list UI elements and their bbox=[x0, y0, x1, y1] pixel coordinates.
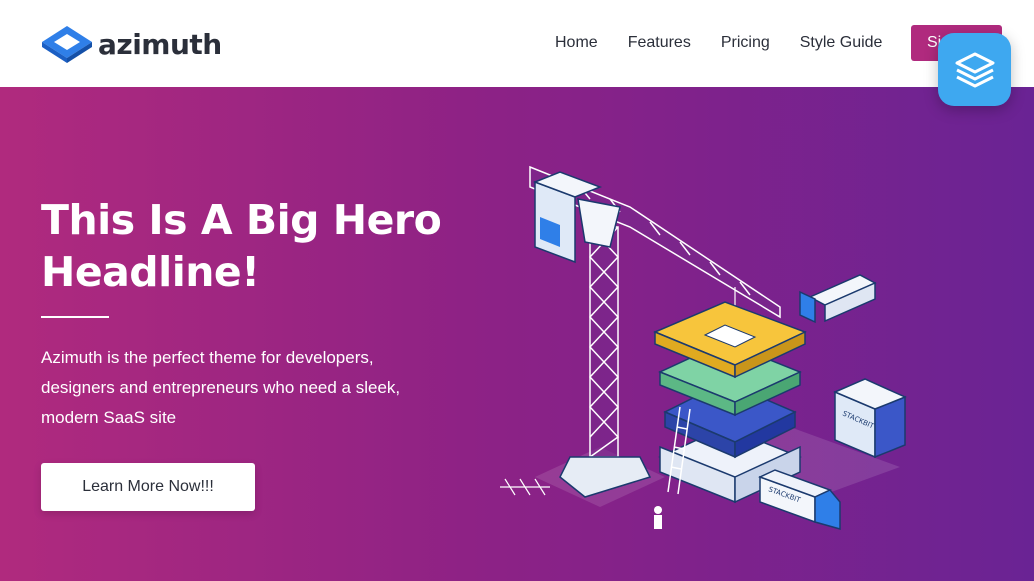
stack-layers-icon bbox=[955, 52, 994, 87]
stackbit-badge[interactable] bbox=[938, 33, 1011, 106]
learn-more-button[interactable]: Learn More Now!!! bbox=[41, 463, 255, 511]
hero-section: This Is A Big Hero Headline! Azimuth is … bbox=[0, 87, 1034, 581]
nav-pricing[interactable]: Pricing bbox=[721, 31, 770, 55]
construction-crane-illustration: STACKBIT STACKBIT bbox=[500, 165, 907, 530]
azimuth-logo-icon bbox=[42, 26, 92, 63]
brand-name: azimuth bbox=[98, 27, 222, 61]
navbar: azimuth Home Features Pricing Style Guid… bbox=[0, 0, 1034, 87]
nav-style-guide[interactable]: Style Guide bbox=[800, 31, 883, 55]
hero-subtext: Azimuth is the perfect theme for develop… bbox=[41, 348, 401, 427]
nav-features[interactable]: Features bbox=[628, 31, 691, 55]
hero-headline: This Is A Big Hero Headline! bbox=[41, 196, 442, 296]
hero-divider bbox=[41, 316, 109, 318]
nav-home[interactable]: Home bbox=[555, 31, 598, 55]
brand-logo[interactable]: azimuth bbox=[40, 24, 222, 64]
main-nav: Home Features Pricing Style Guide bbox=[540, 31, 897, 55]
